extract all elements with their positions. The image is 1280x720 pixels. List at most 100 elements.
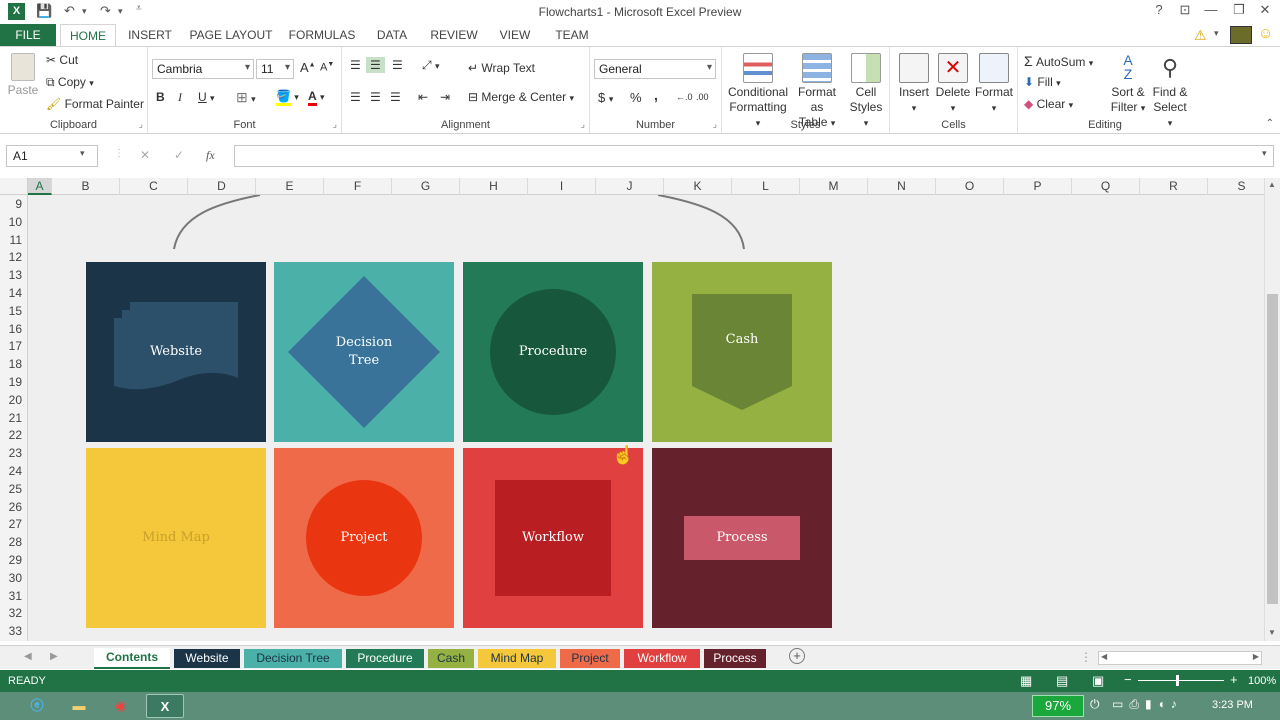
row-header-23[interactable]: 23 (0, 444, 28, 462)
tab-view[interactable]: VIEW (494, 24, 536, 46)
number-launcher-icon[interactable]: ⌟ (713, 119, 717, 130)
next-sheet-icon[interactable]: ▶ (50, 651, 58, 662)
column-header-m[interactable]: M (800, 178, 868, 195)
scroll-thumb[interactable] (1267, 294, 1278, 604)
name-box-dropdown-icon[interactable]: ▾ (80, 148, 85, 159)
align-center-icon[interactable]: ☰ (370, 90, 381, 104)
scroll-up-icon[interactable]: ▲ (1268, 180, 1276, 189)
column-header-l[interactable]: L (732, 178, 800, 195)
project-tile[interactable]: Project (274, 448, 454, 628)
delete-cells-button[interactable]: ✕ Delete ▾ (934, 53, 972, 116)
scroll-right-icon[interactable]: ▶ (1253, 652, 1259, 661)
horizontal-scrollbar[interactable]: ◀ ▶ (1098, 651, 1262, 665)
formula-input[interactable] (234, 145, 1274, 167)
zoom-out-icon[interactable]: − (1124, 672, 1132, 687)
worksheet-area[interactable]: Website Decision Tree Procedure Cash Mind… (28, 195, 1264, 641)
sheet-tab-workflow[interactable]: Workflow (624, 649, 700, 668)
row-header-11[interactable]: 11 (0, 231, 28, 249)
row-header-9[interactable]: 9 (0, 195, 28, 213)
row-header-17[interactable]: 17 (0, 337, 28, 355)
italic-button[interactable]: I (178, 90, 182, 105)
more-options-icon[interactable]: ⋮ (114, 148, 124, 159)
row-header-31[interactable]: 31 (0, 587, 28, 605)
font-color-button[interactable]: A ▾ (308, 89, 325, 106)
minimize-button[interactable]: — (1198, 2, 1224, 17)
insert-cells-button[interactable]: Insert ▾ (896, 53, 932, 116)
column-header-g[interactable]: G (392, 178, 460, 195)
number-format-select[interactable]: General (594, 59, 716, 79)
expand-formula-icon[interactable]: ▾ (1262, 148, 1267, 159)
tray-icons[interactable]: ▭⎙▮◖♪ (1112, 697, 1183, 712)
row-header-30[interactable]: 30 (0, 569, 28, 587)
row-header-10[interactable]: 10 (0, 213, 28, 231)
collapse-ribbon-icon[interactable]: ⌃ (1266, 118, 1274, 129)
percent-button[interactable]: % (630, 90, 642, 105)
file-explorer-icon[interactable]: ▬ (60, 694, 98, 718)
column-header-h[interactable]: H (460, 178, 528, 195)
page-layout-view-icon[interactable]: ▤ (1056, 673, 1068, 689)
website-tile[interactable]: Website (86, 262, 266, 442)
clear-button[interactable]: ◆ Clear ▾ (1024, 97, 1073, 111)
column-header-d[interactable]: D (188, 178, 256, 195)
fill-color-button[interactable]: 🪣 ▾ (276, 89, 299, 106)
row-header-25[interactable]: 25 (0, 480, 28, 498)
row-header-27[interactable]: 27 (0, 515, 28, 533)
enter-icon[interactable]: ✓ (174, 148, 184, 162)
row-header-22[interactable]: 22 (0, 426, 28, 444)
close-button[interactable]: ✕ (1252, 2, 1278, 18)
cut-button[interactable]: ✂ Cut (46, 53, 78, 67)
battery-indicator[interactable]: 97% (1032, 695, 1084, 717)
copy-button[interactable]: ⧉ Copy ▾ (46, 75, 94, 90)
prev-sheet-icon[interactable]: ◀ (24, 651, 32, 662)
row-header-13[interactable]: 13 (0, 266, 28, 284)
font-name-select[interactable]: Cambria (152, 59, 254, 79)
column-header-q[interactable]: Q (1072, 178, 1140, 195)
column-header-j[interactable]: J (596, 178, 664, 195)
sheet-tab-mind-map[interactable]: Mind Map (478, 649, 556, 668)
align-right-icon[interactable]: ☰ (390, 90, 401, 104)
merge-center-button[interactable]: ⊟ Merge & Center ▾ (468, 90, 574, 104)
bold-button[interactable]: B (156, 90, 165, 104)
fill-button[interactable]: ⬇ Fill ▾ (1024, 75, 1061, 89)
zoom-slider[interactable] (1138, 680, 1224, 681)
row-header-28[interactable]: 28 (0, 533, 28, 551)
column-header-o[interactable]: O (936, 178, 1004, 195)
row-header-16[interactable]: 16 (0, 320, 28, 338)
sheet-tab-procedure[interactable]: Procedure (346, 649, 424, 668)
ie-icon[interactable]: ⓔ (18, 694, 56, 718)
clipboard-launcher-icon[interactable]: ⌟ (139, 119, 143, 130)
normal-view-icon[interactable]: ▦ (1020, 673, 1032, 689)
split-handle-icon[interactable]: ⋮ (1080, 650, 1092, 664)
vertical-scrollbar[interactable]: ▲ ▼ (1264, 178, 1280, 641)
decision-tree-tile[interactable]: Decision Tree (274, 262, 454, 442)
zoom-level[interactable]: 100% (1248, 675, 1276, 687)
chevron-down-icon[interactable]: ▾ (1214, 28, 1219, 39)
autosum-button[interactable]: Σ AutoSum ▾ (1024, 53, 1093, 69)
tab-insert[interactable]: INSERT (124, 24, 176, 46)
warning-icon[interactable]: ⚠ (1194, 27, 1207, 44)
grow-font-button[interactable]: A▲ (300, 60, 316, 75)
column-header-b[interactable]: B (52, 178, 120, 195)
column-header-c[interactable]: C (120, 178, 188, 195)
new-sheet-icon[interactable]: + (789, 648, 805, 664)
column-header-p[interactable]: P (1004, 178, 1072, 195)
select-all-corner[interactable] (0, 178, 28, 195)
cancel-icon[interactable]: ✕ (140, 148, 150, 162)
insert-function-icon[interactable]: fx (206, 148, 215, 163)
chrome-icon[interactable]: ◉ (102, 694, 140, 718)
decrease-decimal-icon[interactable]: .00 (696, 92, 709, 102)
row-header-33[interactable]: 33 (0, 622, 28, 640)
borders-button[interactable]: ⊞ ▾ (236, 89, 256, 106)
scroll-down-icon[interactable]: ▼ (1268, 628, 1276, 637)
row-header-26[interactable]: 26 (0, 498, 28, 516)
power-icon[interactable]: ⏻ (1090, 697, 1100, 712)
decrease-indent-icon[interactable]: ⇤ (418, 90, 428, 104)
tab-page-layout[interactable]: PAGE LAYOUT (188, 24, 274, 46)
orientation-icon[interactable]: ⤢ ▾ (422, 58, 439, 73)
column-header-a[interactable]: A (28, 178, 52, 195)
shrink-font-button[interactable]: A▼ (320, 61, 334, 74)
cash-tile[interactable]: Cash (652, 262, 832, 442)
align-left-icon[interactable]: ☰ (350, 90, 361, 104)
column-header-f[interactable]: F (324, 178, 392, 195)
column-header-k[interactable]: K (664, 178, 732, 195)
